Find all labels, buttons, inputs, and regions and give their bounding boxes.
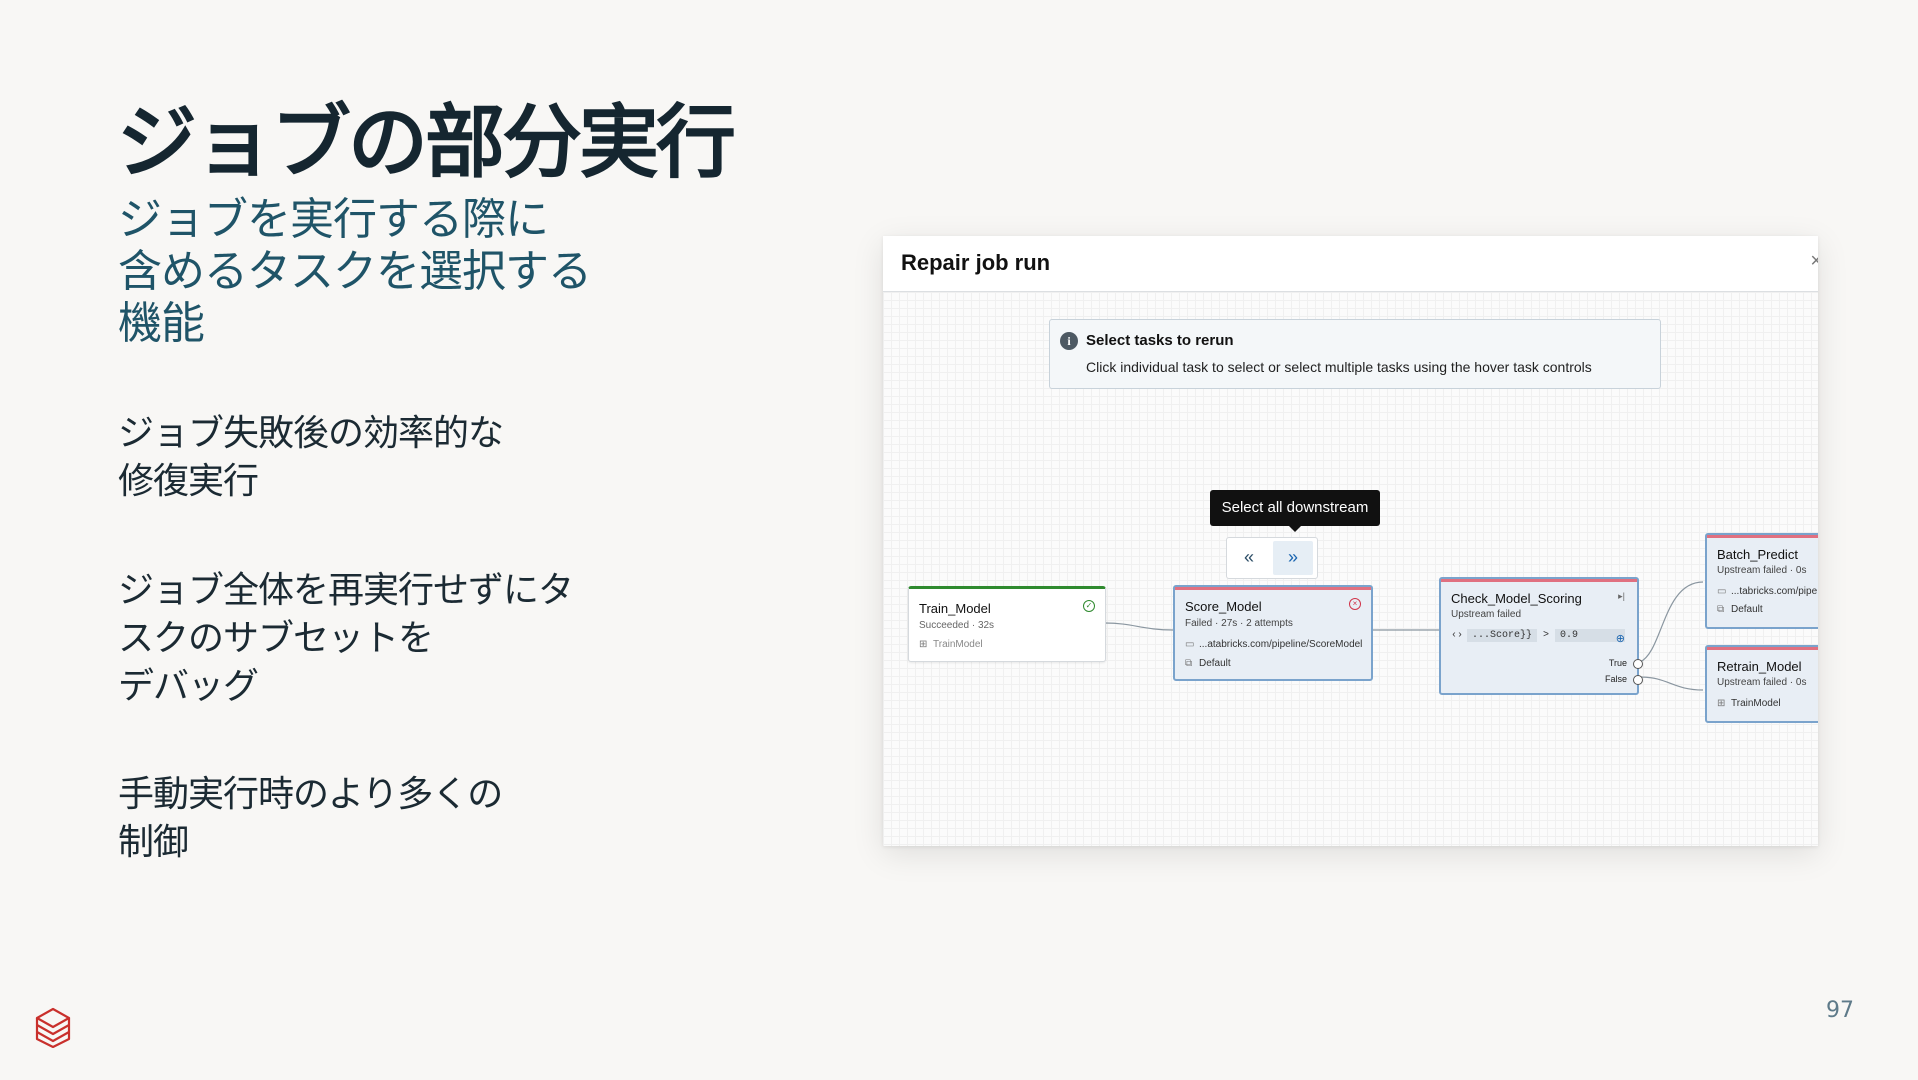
false-branch-label: False (1604, 674, 1627, 684)
bullet-debug-subset: ジョブ全体を再実行せずにタ スクのサブセットを デバッグ (118, 567, 574, 711)
subtitle-line: ジョブを実行する際に (118, 194, 549, 245)
bullet-manual-control: 手動実行時のより多くの 制御 (118, 771, 503, 867)
task-meta: Upstream failed (1451, 609, 1522, 620)
task-ref-row: ⊞ TrainModel (1717, 698, 1781, 709)
task-name: Score_Model (1185, 599, 1262, 614)
task-node-check-model-scoring[interactable]: Check_Model_Scoring ▸| Upstream failed ‹… (1439, 577, 1643, 695)
bullet-line: 制御 (118, 822, 189, 863)
slide-title: ジョブの部分実行 (117, 96, 736, 189)
edge-check-to-batch (1639, 581, 1704, 663)
condition-expression: ‹› ...Score}} >0.9 (1451, 629, 1626, 642)
task-name: Retrain_Model (1717, 659, 1802, 674)
repair-job-run-dialog: Repair job run × i Select tasks to rerun… (883, 236, 1818, 846)
bullet-line: 手動実行時のより多くの (118, 774, 503, 815)
task-cluster-row: ⧉ Default (1717, 604, 1763, 615)
task-node-train-model[interactable]: Train_Model ✓ Succeeded · 32s ⊞ TrainMode… (908, 586, 1106, 662)
bullet-line: ジョブ全体を再実行せずにタ (118, 570, 574, 611)
bullet-line: ジョブ失敗後の効率的な (118, 413, 504, 454)
skip-icon: ▸| (1618, 591, 1625, 601)
failed-x-icon: × (1349, 598, 1361, 610)
task-name: Train_Model (919, 601, 991, 616)
task-path-row: ▭ ...atabricks.com/pipeline/ScoreModel (1185, 639, 1363, 650)
select-all-downstream-tooltip: Select all downstream (1210, 490, 1380, 532)
hover-task-controls: « » (1226, 537, 1318, 579)
close-icon[interactable]: × (1810, 250, 1818, 273)
edge-train-to-score (1104, 622, 1174, 631)
task-meta: Succeeded · 32s (919, 620, 995, 631)
bullet-efficient-repair: ジョブ失敗後の効率的な 修復実行 (118, 410, 504, 506)
cluster-icon: ⧉ (1717, 604, 1725, 615)
cluster-icon: ⧉ (1185, 658, 1193, 669)
success-check-icon: ✓ (1083, 600, 1095, 612)
task-name: Batch_Predict (1717, 547, 1798, 562)
task-cluster-row: ⧉ Default (1185, 658, 1231, 669)
folder-icon: ▭ (1185, 639, 1195, 650)
select-all-upstream-button[interactable]: « (1229, 541, 1269, 575)
dag-edges (1104, 581, 1704, 691)
task-path-row: ▭ ...tabricks.com/pipe (1717, 586, 1818, 597)
task-name: Check_Model_Scoring (1451, 591, 1582, 606)
task-node-retrain-model[interactable]: Retrain_Model Upstream failed · 0s ⊞ Trai… (1705, 645, 1818, 723)
zoom-icon[interactable]: ⊕ (1616, 632, 1625, 645)
subtitle-line: 機能 (118, 298, 205, 349)
databricks-logo-icon (35, 1007, 71, 1048)
true-port (1633, 659, 1643, 669)
dag-canvas[interactable]: i Select tasks to rerun Click individual… (883, 292, 1818, 846)
task-node-score-model[interactable]: Score_Model × Failed · 27s · 2 attempts … (1173, 585, 1373, 681)
task-meta: Upstream failed · 0s (1717, 677, 1807, 688)
false-port (1633, 675, 1643, 685)
select-all-downstream-button[interactable]: » (1273, 541, 1313, 575)
task-meta: Upstream failed · 0s (1717, 565, 1807, 576)
true-branch-label: True (1608, 658, 1627, 668)
task-ref-row: ⊞ TrainModel (919, 639, 983, 650)
edge-check-to-retrain (1639, 676, 1704, 691)
bullet-line: スクのサブセットを (118, 618, 434, 659)
job-task-icon: ⊞ (1717, 698, 1726, 709)
subtitle-line: 含めるタスクを選択する (118, 246, 592, 297)
dialog-header: Repair job run × (883, 236, 1818, 292)
code-icon: ‹› (1451, 630, 1464, 641)
job-task-icon: ⊞ (919, 639, 928, 650)
bullet-line: 修復実行 (118, 461, 259, 502)
dialog-title: Repair job run (901, 250, 1051, 275)
slide-subtitle: ジョブを実行する際に 含めるタスクを選択する 機能 (118, 194, 592, 350)
bullet-line: デバッグ (118, 666, 259, 707)
folder-icon: ▭ (1717, 586, 1727, 597)
page-number: 97 (1826, 998, 1854, 1023)
task-node-batch-predict[interactable]: Batch_Predict Upstream failed · 0s ▭ ...t… (1705, 533, 1818, 629)
task-meta: Failed · 27s · 2 attempts (1185, 618, 1293, 629)
